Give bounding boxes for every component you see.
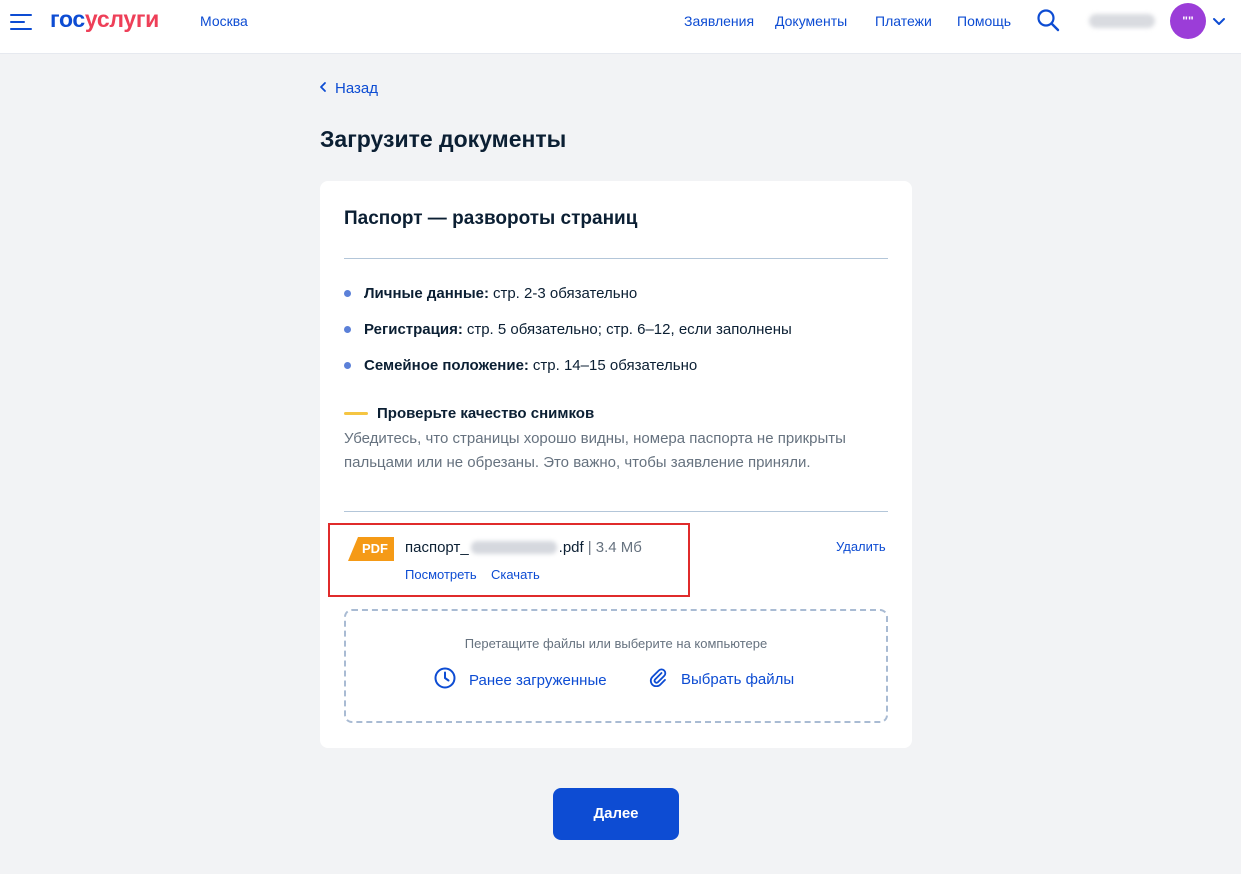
file-dropzone[interactable]: Перетащите файлы или выберите на компьют… xyxy=(344,609,888,723)
quality-hint-text: Убедитесь, что страницы хорошо видны, но… xyxy=(344,430,846,471)
view-file-link[interactable]: Посмотреть xyxy=(405,567,477,582)
next-button[interactable]: Далее xyxy=(553,788,679,840)
requirement-item: Семейное положение: стр. 14–15 обязатель… xyxy=(344,357,697,374)
download-file-link[interactable]: Скачать xyxy=(491,567,540,582)
bullet-icon xyxy=(344,326,351,333)
card-title: Паспорт — развороты страниц xyxy=(344,208,638,229)
pdf-file-icon: PDF xyxy=(348,537,394,561)
upload-card: Паспорт — развороты страниц Личные данны… xyxy=(320,181,912,748)
back-label: Назад xyxy=(335,80,378,97)
nav-payments[interactable]: Платежи xyxy=(875,13,932,29)
clock-icon xyxy=(434,667,456,693)
nav-help[interactable]: Помощь xyxy=(957,13,1011,29)
requirement-item: Личные данные: стр. 2-3 обязательно xyxy=(344,285,637,302)
nav-applications[interactable]: Заявления xyxy=(684,13,754,29)
user-name-redacted[interactable] xyxy=(1089,14,1155,28)
top-header: госуслуги Москва Заявления Документы Пла… xyxy=(0,0,1241,54)
search-icon[interactable] xyxy=(1036,8,1060,32)
gosuslugi-logo[interactable]: госуслуги xyxy=(50,6,159,33)
page-title: Загрузите документы xyxy=(320,126,567,152)
chevron-left-icon xyxy=(319,80,327,97)
divider xyxy=(344,258,888,259)
avatar[interactable]: "" xyxy=(1170,3,1206,39)
file-size: | 3.4 Мб xyxy=(587,539,642,556)
divider xyxy=(344,511,888,512)
paperclip-icon xyxy=(648,667,668,691)
redacted-text xyxy=(470,541,557,554)
nav-documents[interactable]: Документы xyxy=(775,13,847,29)
chevron-down-icon[interactable] xyxy=(1212,14,1226,28)
uploaded-file-row: PDF паспорт_ .pdf | 3.4 Мб Посмотреть Скач… xyxy=(328,523,690,597)
previously-uploaded-button[interactable]: Ранее загруженные xyxy=(434,667,607,693)
hint-marker-icon xyxy=(344,412,368,415)
menu-icon[interactable] xyxy=(10,14,32,30)
dropzone-hint: Перетащите файлы или выберите на компьют… xyxy=(464,636,768,651)
back-link[interactable]: Назад xyxy=(319,80,378,97)
quality-hint-title: Проверьте качество снимков xyxy=(344,405,594,422)
delete-file-link[interactable]: Удалить xyxy=(836,539,886,554)
choose-files-button[interactable]: Выбрать файлы xyxy=(648,667,794,691)
bullet-icon xyxy=(344,362,351,369)
bullet-icon xyxy=(344,290,351,297)
requirement-item: Регистрация: стр. 5 обязательно; стр. 6–… xyxy=(344,321,792,338)
city-selector[interactable]: Москва xyxy=(200,13,248,29)
file-name: паспорт_ .pdf | 3.4 Мб xyxy=(405,539,642,556)
